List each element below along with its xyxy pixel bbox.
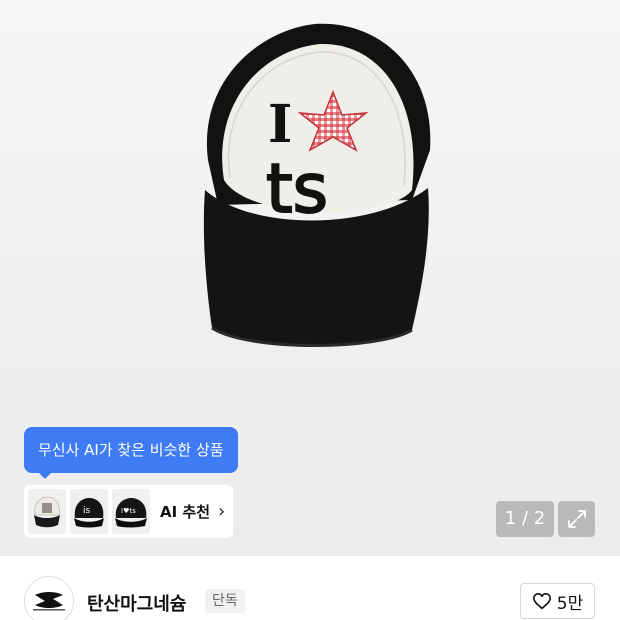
chevron-right-icon: › bbox=[218, 501, 226, 522]
reco-thumbnail-2[interactable]: is bbox=[70, 489, 108, 534]
exclusive-badge: 단독 bbox=[205, 589, 245, 613]
like-button[interactable]: 5만 bbox=[520, 583, 595, 619]
like-count: 5만 bbox=[556, 593, 584, 614]
cap-thumbnail-white-icon bbox=[34, 496, 60, 527]
brand-name[interactable]: 탄산마그네슘 bbox=[87, 590, 186, 616]
product-image-cap[interactable]: I ts bbox=[150, 10, 470, 370]
brand-logo-icon bbox=[33, 592, 65, 611]
brand-bar: 탄산마그네슘 단독 5만 bbox=[0, 556, 620, 620]
product-image-gallery[interactable]: I ts 무신사 AI가 찾은 비슷한 상품 is I♥ts AI 추천 › 1… bbox=[0, 0, 620, 556]
reco-thumbnail-1[interactable] bbox=[28, 489, 66, 534]
reco-thumbnail-3[interactable]: I♥ts bbox=[112, 489, 150, 534]
expand-image-button[interactable] bbox=[558, 501, 595, 537]
cap-thumbnail-black-icon: is bbox=[74, 497, 104, 527]
svg-text:I♥ts: I♥ts bbox=[121, 507, 136, 515]
expand-arrows-icon bbox=[567, 510, 586, 528]
ai-recommendation-tooltip: 무신사 AI가 찾은 비슷한 상품 bbox=[24, 427, 238, 479]
cap-letters-ts: ts bbox=[266, 150, 328, 229]
ai-recommendation-button[interactable]: is I♥ts AI 추천 › bbox=[24, 485, 233, 538]
brand-logo[interactable] bbox=[24, 576, 74, 620]
heart-outline-icon bbox=[532, 592, 551, 610]
ai-recommendation-label: AI 추천 bbox=[160, 503, 211, 521]
cap-letter-i: I bbox=[268, 94, 292, 155]
svg-text:is: is bbox=[83, 506, 91, 516]
image-page-counter: 1 / 2 bbox=[496, 501, 554, 537]
cap-thumbnail-black-logo-icon: I♥ts bbox=[115, 497, 147, 527]
